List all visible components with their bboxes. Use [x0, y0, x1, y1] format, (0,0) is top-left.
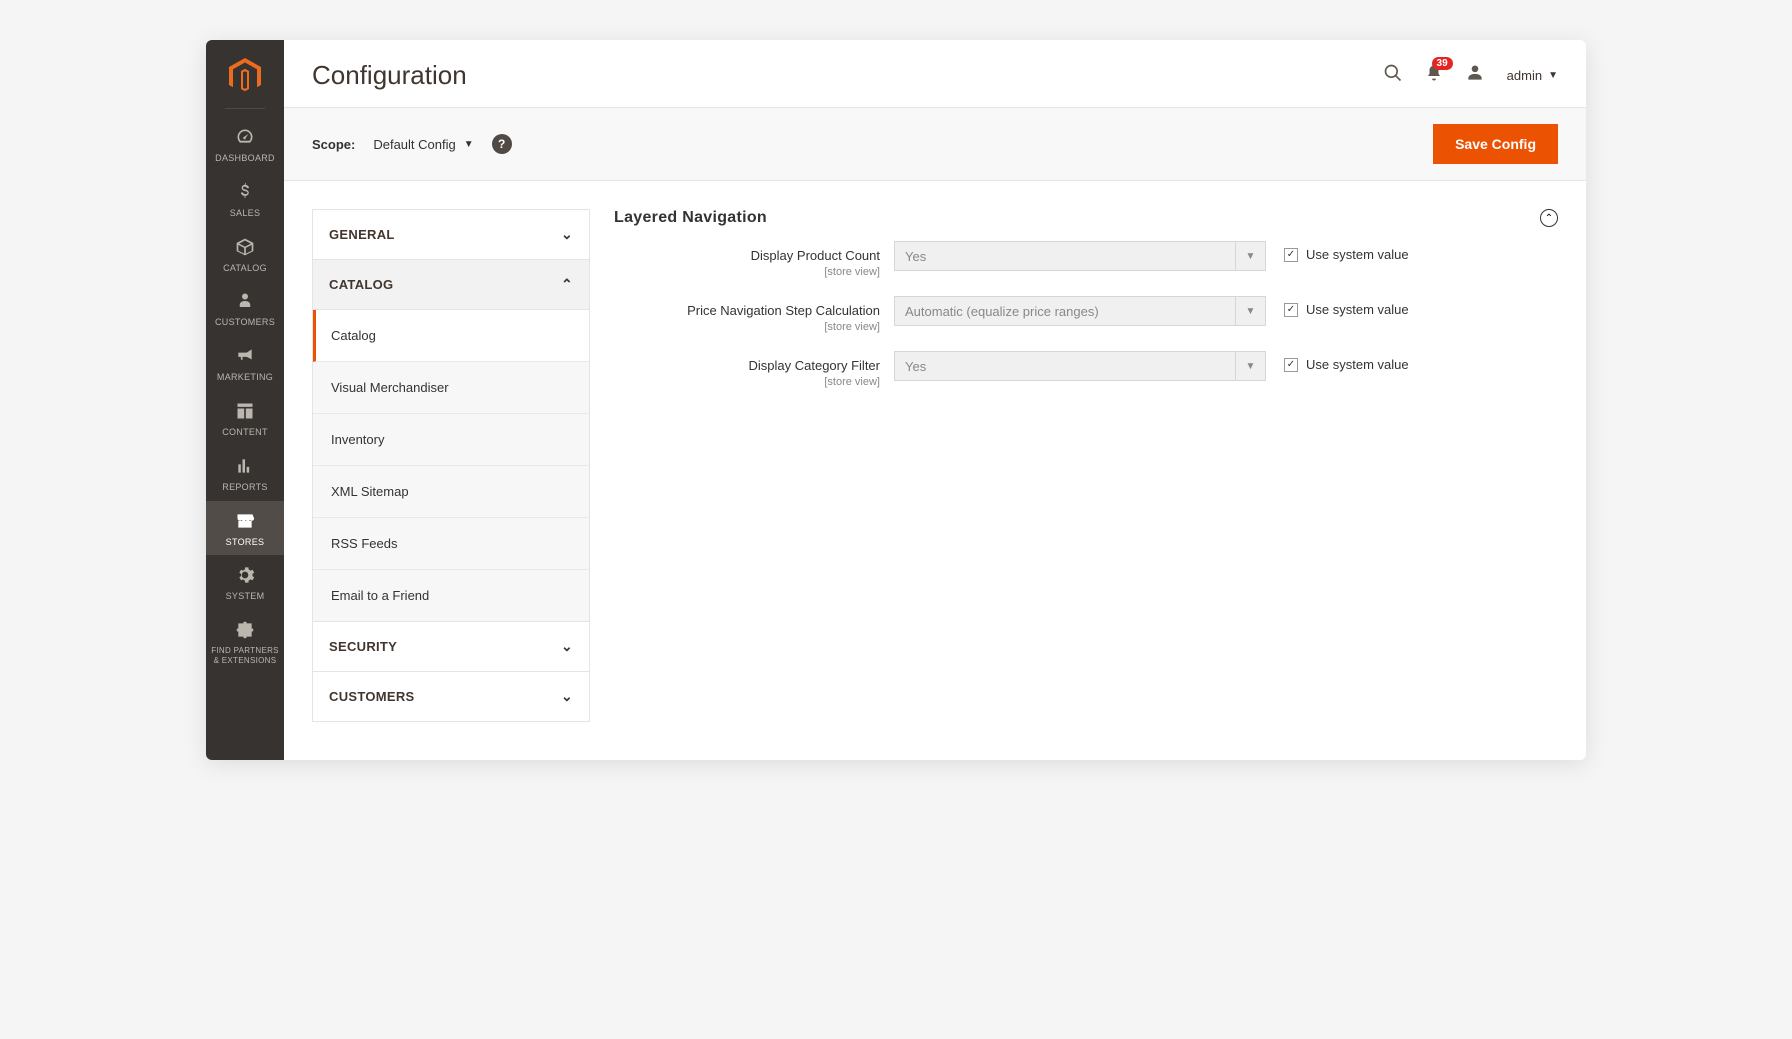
- scope-label: Scope:: [312, 137, 355, 152]
- nav-dashboard[interactable]: DASHBOARD: [206, 117, 284, 172]
- chevron-down-icon: ⌄: [561, 688, 573, 705]
- use-system-checkbox[interactable]: ✓: [1284, 248, 1298, 262]
- subitem-rss-feeds[interactable]: RSS Feeds: [313, 518, 589, 570]
- search-icon[interactable]: [1383, 63, 1403, 88]
- nav-content[interactable]: CONTENT: [206, 391, 284, 446]
- field-scope-hint: [store view]: [614, 321, 880, 333]
- nav-stores[interactable]: STORES: [206, 501, 284, 556]
- nav-sales[interactable]: SALES: [206, 172, 284, 227]
- section-catalog[interactable]: CATALOG ⌃: [313, 260, 589, 310]
- nav-partners-label: FIND PARTNERS& EXTENSIONS: [211, 646, 279, 665]
- panel-header[interactable]: Layered Navigation ⌃: [614, 209, 1558, 241]
- user-dropdown[interactable]: admin ▼: [1507, 68, 1558, 83]
- field-label: Display Category Filter: [749, 358, 881, 373]
- select-display-product-count: Yes ▼: [894, 241, 1266, 271]
- gauge-icon: [235, 127, 255, 149]
- config-panel: Layered Navigation ⌃ Display Product Cou…: [614, 209, 1558, 406]
- dollar-icon: [235, 182, 255, 204]
- scope-selector[interactable]: Default Config ▼: [373, 137, 473, 152]
- section-customers[interactable]: CUSTOMERS ⌄: [313, 672, 589, 721]
- scope-value: Default Config: [373, 137, 455, 152]
- chevron-down-icon: ⌄: [561, 638, 573, 655]
- field-label: Display Product Count: [751, 248, 880, 263]
- use-system-label: Use system value: [1306, 247, 1409, 262]
- caret-down-icon: ▼: [1235, 351, 1265, 381]
- use-system-checkbox[interactable]: ✓: [1284, 303, 1298, 317]
- subitem-catalog[interactable]: Catalog: [313, 310, 589, 362]
- subitem-visual-merchandiser[interactable]: Visual Merchandiser: [313, 362, 589, 414]
- nav-reports[interactable]: REPORTS: [206, 446, 284, 501]
- field-price-nav-step: Price Navigation Step Calculation [store…: [614, 296, 1558, 333]
- config-sidebar: GENERAL ⌄ CATALOG ⌃ Catalog Visual Merch…: [312, 209, 590, 722]
- nav-marketing[interactable]: MARKETING: [206, 336, 284, 391]
- select-display-category-filter: Yes ▼: [894, 351, 1266, 381]
- catalog-subitems: Catalog Visual Merchandiser Inventory XM…: [313, 310, 589, 622]
- use-system-label: Use system value: [1306, 302, 1409, 317]
- scope-bar: Scope: Default Config ▼ ? Save Config: [284, 107, 1586, 181]
- page-header: Configuration 39 admin ▼: [284, 40, 1586, 107]
- nav-system[interactable]: SYSTEM: [206, 555, 284, 610]
- bars-icon: [235, 456, 255, 478]
- chevron-down-icon: ⌄: [561, 226, 573, 243]
- use-system-label: Use system value: [1306, 357, 1409, 372]
- store-icon: [235, 511, 255, 533]
- header-actions: 39 admin ▼: [1383, 63, 1558, 88]
- field-display-category-filter: Display Category Filter [store view] Yes…: [614, 351, 1558, 388]
- gear-icon: [235, 565, 255, 587]
- panel-title: Layered Navigation: [614, 209, 767, 227]
- nav-divider: [225, 108, 265, 109]
- caret-down-icon: ▼: [464, 139, 474, 150]
- content-icon: [235, 401, 255, 423]
- field-scope-hint: [store view]: [614, 376, 880, 388]
- content-area: GENERAL ⌄ CATALOG ⌃ Catalog Visual Merch…: [284, 181, 1586, 750]
- notifications-badge: 39: [1432, 57, 1453, 70]
- field-label: Price Navigation Step Calculation: [687, 303, 880, 318]
- main-area: Configuration 39 admin ▼ Scope: Default …: [284, 40, 1586, 760]
- subitem-inventory[interactable]: Inventory: [313, 414, 589, 466]
- subitem-email-friend[interactable]: Email to a Friend: [313, 570, 589, 621]
- save-config-button[interactable]: Save Config: [1433, 124, 1558, 164]
- person-icon: [236, 291, 254, 313]
- chevron-up-icon: ⌃: [561, 276, 573, 293]
- section-security[interactable]: SECURITY ⌄: [313, 622, 589, 672]
- puzzle-icon: [235, 620, 255, 642]
- megaphone-icon: [235, 346, 255, 368]
- subitem-xml-sitemap[interactable]: XML Sitemap: [313, 466, 589, 518]
- caret-down-icon: ▼: [1235, 241, 1265, 271]
- caret-down-icon: ▼: [1235, 296, 1265, 326]
- nav-catalog[interactable]: CATALOG: [206, 227, 284, 282]
- notifications-button[interactable]: 39: [1425, 63, 1443, 88]
- magento-logo[interactable]: [227, 58, 263, 94]
- help-icon[interactable]: ?: [492, 134, 512, 154]
- field-scope-hint: [store view]: [614, 266, 880, 278]
- box-icon: [235, 237, 255, 259]
- user-icon[interactable]: [1465, 63, 1485, 88]
- caret-down-icon: ▼: [1548, 70, 1558, 81]
- user-name: admin: [1507, 68, 1542, 83]
- collapse-icon[interactable]: ⌃: [1540, 209, 1558, 227]
- app-window: DASHBOARD SALES CATALOG CUSTOMERS MARKET…: [206, 40, 1586, 760]
- select-price-nav-step: Automatic (equalize price ranges) ▼: [894, 296, 1266, 326]
- nav-partners[interactable]: FIND PARTNERS& EXTENSIONS: [206, 610, 284, 673]
- use-system-checkbox[interactable]: ✓: [1284, 358, 1298, 372]
- page-title: Configuration: [312, 60, 467, 91]
- field-display-product-count: Display Product Count [store view] Yes ▼…: [614, 241, 1558, 278]
- left-nav: DASHBOARD SALES CATALOG CUSTOMERS MARKET…: [206, 40, 284, 760]
- section-general[interactable]: GENERAL ⌄: [313, 210, 589, 260]
- nav-customers[interactable]: CUSTOMERS: [206, 281, 284, 336]
